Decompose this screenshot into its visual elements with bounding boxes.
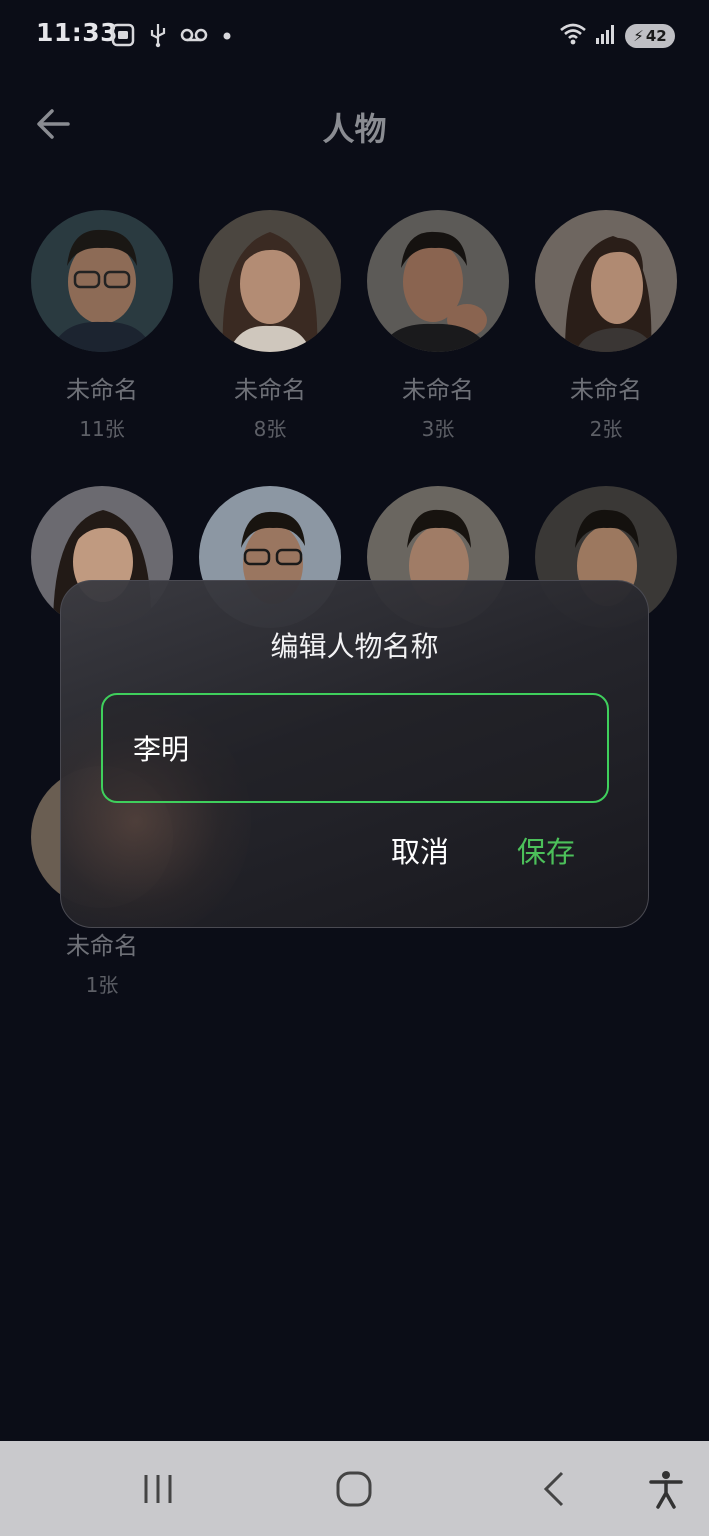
dialog-title: 编辑人物名称 xyxy=(270,630,439,663)
home-icon xyxy=(336,1471,372,1506)
system-nav-bar xyxy=(0,1441,709,1536)
name-input[interactable] xyxy=(101,693,609,803)
accessibility-button[interactable] xyxy=(628,1441,704,1536)
cancel-button[interactable]: 取消 xyxy=(391,829,449,871)
home-button[interactable] xyxy=(316,1441,392,1536)
chevron-left-icon xyxy=(543,1471,564,1506)
recent-apps-icon xyxy=(144,1474,172,1503)
save-button[interactable]: 保存 xyxy=(517,829,575,871)
recent-apps-button[interactable] xyxy=(120,1441,196,1536)
back-nav-button[interactable] xyxy=(516,1441,592,1536)
accessibility-icon xyxy=(649,1470,683,1509)
edit-name-dialog: 编辑人物名称 取消 保存 xyxy=(60,580,649,928)
